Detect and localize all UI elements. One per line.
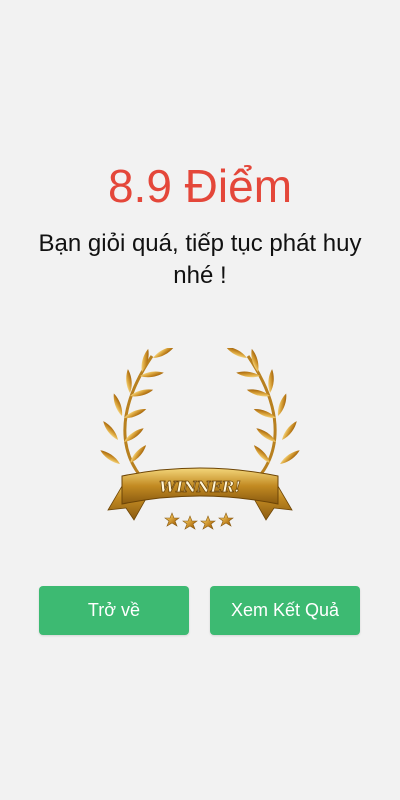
view-result-button[interactable]: Xem Kết Quả <box>210 586 360 635</box>
winner-laurel-icon: WINNER! <box>98 344 302 530</box>
winner-text: WINNER! <box>159 478 241 496</box>
encouragement-message: Bạn giỏi quá, tiếp tục phát huy nhé ! <box>38 230 362 289</box>
back-button[interactable]: Trở về <box>39 586 189 635</box>
winner-badge: WINNER! <box>98 344 302 538</box>
score-text: 8.9 Điểm <box>107 160 293 212</box>
